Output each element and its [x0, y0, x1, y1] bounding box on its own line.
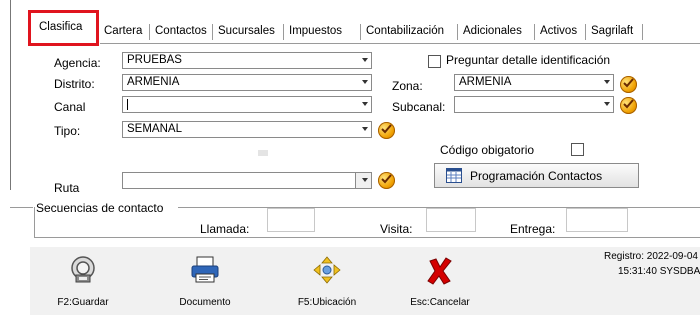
tab-separator	[283, 24, 284, 40]
small-indicator	[258, 150, 268, 156]
ubicacion-label: F5:Ubicación	[297, 297, 357, 308]
tab-bar: Cartera Contactos Sucursales Impuestos C…	[26, 20, 700, 44]
agencia-select[interactable]: PRUEBAS	[122, 52, 372, 69]
tab-cartera[interactable]: Cartera	[104, 21, 142, 41]
chevron-down-icon	[604, 102, 610, 106]
secuencias-frame-left	[34, 207, 35, 237]
chevron-down-icon	[362, 127, 368, 131]
document-icon	[191, 256, 219, 283]
documento-button[interactable]: Documento	[160, 247, 250, 315]
tab-separator	[212, 24, 213, 40]
guardar-button[interactable]: F2:Guardar	[38, 247, 128, 315]
cancelar-button[interactable]: Esc:Cancelar	[395, 247, 485, 315]
ruta-lookup-check-icon[interactable]	[378, 172, 395, 189]
tab-adicionales[interactable]: Adicionales	[463, 21, 522, 41]
tab-separator	[642, 24, 643, 40]
window-left-border	[10, 0, 11, 190]
secuencias-frame-bottom	[34, 237, 700, 238]
llamada-input[interactable]	[267, 208, 315, 232]
preguntar-detalle-label: Preguntar detalle identificación	[446, 53, 611, 67]
tab-contactos[interactable]: Contactos	[155, 21, 207, 41]
visita-label: Visita:	[380, 222, 413, 236]
tab-sucursales[interactable]: Sucursales	[218, 21, 275, 41]
chevron-down-icon	[604, 80, 610, 84]
ruta-label: Ruta	[54, 181, 80, 195]
preguntar-detalle-checkbox[interactable]	[428, 55, 441, 68]
cancelar-label: Esc:Cancelar	[410, 297, 470, 308]
documento-label: Documento	[179, 297, 231, 308]
chevron-down-icon	[362, 58, 368, 62]
programacion-contactos-label: Programación Contactos	[470, 169, 603, 183]
distrito-label: Distrito:	[54, 77, 95, 91]
canal-label: Canal	[54, 100, 86, 114]
text-cursor	[127, 99, 128, 110]
subcanal-lookup-check-icon[interactable]	[620, 97, 637, 114]
cancel-x-icon	[427, 257, 452, 285]
codigo-obligatorio-label: Código obigatorio	[440, 143, 535, 157]
save-icon	[71, 256, 95, 283]
zona-lookup-check-icon[interactable]	[620, 76, 637, 93]
tab-separator	[585, 24, 586, 40]
registro-date: Registro: 2022-09-04	[604, 251, 698, 262]
tab-activos[interactable]: Activos	[540, 21, 577, 41]
secuencias-frame-top	[10, 207, 33, 208]
agencia-value: PRUEBAS	[127, 54, 182, 66]
tipo-value: SEMANAL	[127, 123, 182, 135]
chevron-down-icon	[362, 102, 368, 106]
tab-impuestos[interactable]: Impuestos	[289, 21, 342, 41]
distrito-value: ARMENIA	[127, 76, 180, 88]
tab-contabilizacion[interactable]: Contabilización	[366, 21, 444, 41]
tipo-select[interactable]: SEMANAL	[122, 121, 372, 138]
location-arrows-icon	[313, 256, 341, 284]
canal-select[interactable]	[122, 96, 372, 113]
zona-value: ARMENIA	[459, 76, 512, 88]
tab-panel-border	[100, 43, 700, 44]
tipo-label: Tipo:	[54, 124, 81, 138]
codigo-obligatorio-checkbox[interactable]	[571, 143, 584, 156]
registro-time-user: 15:31:40 SYSDBA	[618, 266, 700, 277]
tab-separator	[534, 24, 535, 40]
chevron-down-icon	[362, 80, 368, 84]
tab-separator	[457, 24, 458, 40]
programacion-contactos-button[interactable]: Programación Contactos	[434, 163, 639, 188]
entrega-label: Entrega:	[510, 222, 556, 236]
distrito-select[interactable]: ARMENIA	[122, 74, 372, 91]
bottom-toolbar: F2:Guardar Documento F5:Ubicación Esc:Ca…	[30, 247, 700, 315]
chevron-down-icon	[362, 178, 368, 182]
zona-label: Zona:	[392, 79, 423, 93]
guardar-label: F2:Guardar	[57, 297, 109, 308]
tab-clasifica[interactable]: Clasifica	[28, 10, 99, 46]
calendar-grid-icon	[446, 168, 462, 183]
tab-separator	[149, 24, 150, 40]
visita-input[interactable]	[426, 208, 476, 232]
subcanal-select[interactable]	[454, 96, 614, 113]
tab-separator	[360, 24, 361, 40]
subcanal-label: Subcanal:	[392, 100, 446, 114]
entrega-input[interactable]	[566, 208, 628, 232]
ubicacion-button[interactable]: F5:Ubicación	[282, 247, 372, 315]
secuencias-title: Secuencias de contacto	[36, 201, 164, 215]
tab-clasifica-label: Clasifica	[39, 21, 83, 33]
zona-select[interactable]: ARMENIA	[454, 74, 614, 91]
agencia-label: Agencia:	[54, 56, 101, 70]
tab-sagrilaft[interactable]: Sagrilaft	[591, 21, 633, 41]
tipo-lookup-check-icon[interactable]	[378, 122, 395, 139]
ruta-select[interactable]	[122, 172, 372, 189]
llamada-label: Llamada:	[200, 222, 250, 236]
